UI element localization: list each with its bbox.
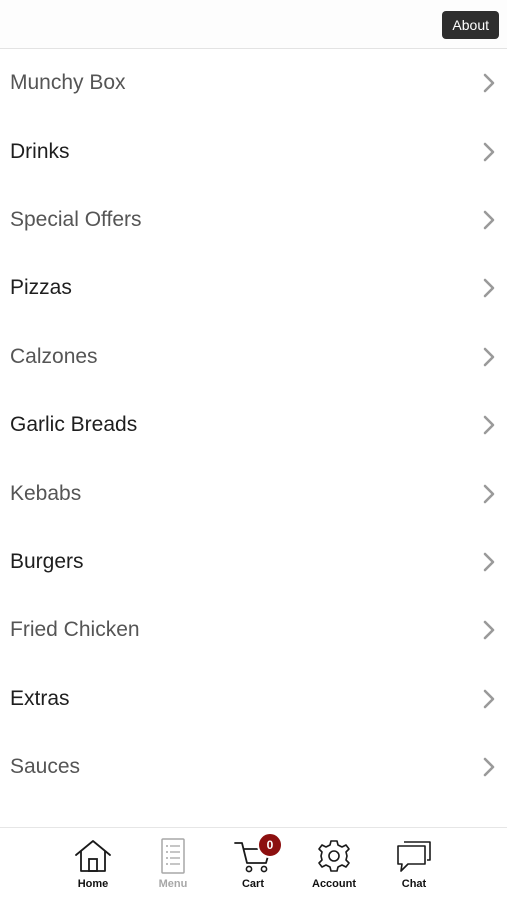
menu-item-sauces[interactable]: Sauces bbox=[0, 733, 507, 801]
menu-item-label: Munchy Box bbox=[10, 71, 126, 95]
menu-item-pizzas[interactable]: Pizzas bbox=[0, 254, 507, 322]
chevron-right-icon bbox=[483, 415, 495, 435]
menu-item-label: Garlic Breads bbox=[10, 413, 138, 437]
chevron-right-icon bbox=[483, 347, 495, 367]
menu-item-label: Pizzas bbox=[10, 276, 72, 300]
menu-item-special-offers[interactable]: Special Offers bbox=[0, 186, 507, 254]
nav-account-label: Account bbox=[312, 878, 356, 890]
menu-category-list: Munchy Box Drinks Special Offers Pizzas … bbox=[0, 49, 507, 801]
nav-chat-label: Chat bbox=[401, 878, 427, 890]
nav-chat[interactable]: Chat bbox=[382, 838, 446, 890]
top-bar: About bbox=[0, 0, 507, 49]
menu-item-label: Extras bbox=[10, 686, 70, 710]
gear-icon bbox=[318, 840, 350, 872]
menu-item-label: Sauces bbox=[10, 755, 81, 779]
menu-item-munchy-box[interactable]: Munchy Box bbox=[0, 49, 507, 117]
chevron-right-icon bbox=[483, 552, 495, 572]
about-button[interactable]: About bbox=[442, 11, 499, 39]
menu-list-icon bbox=[161, 838, 185, 874]
menu-item-label: Kebabs bbox=[10, 481, 82, 505]
menu-item-extras[interactable]: Extras bbox=[0, 665, 507, 733]
menu-item-label: Fried Chicken bbox=[10, 618, 140, 642]
chevron-right-icon bbox=[483, 621, 495, 640]
menu-item-burgers[interactable]: Burgers bbox=[0, 528, 507, 596]
menu-item-label: Drinks bbox=[10, 139, 70, 163]
chevron-right-icon bbox=[483, 757, 495, 777]
nav-cart-label: Cart bbox=[241, 878, 264, 890]
nav-home[interactable]: Home bbox=[61, 838, 125, 890]
cart-count-badge: 0 bbox=[257, 832, 283, 858]
nav-home-label: Home bbox=[77, 878, 109, 890]
menu-item-calzones[interactable]: Calzones bbox=[0, 323, 507, 391]
nav-menu-label: Menu bbox=[158, 878, 188, 890]
chevron-right-icon bbox=[483, 279, 495, 298]
nav-cart[interactable]: 0 Cart bbox=[221, 832, 285, 890]
nav-account[interactable]: Account bbox=[302, 838, 366, 890]
app-screen: About Munchy Box Drinks Special Offers P… bbox=[0, 0, 507, 900]
nav-menu[interactable]: Menu bbox=[141, 838, 205, 890]
chevron-right-icon bbox=[483, 142, 495, 161]
chevron-right-icon bbox=[483, 210, 495, 230]
chevron-right-icon bbox=[483, 73, 495, 93]
chevron-right-icon bbox=[483, 484, 495, 503]
menu-item-kebabs[interactable]: Kebabs bbox=[0, 459, 507, 527]
menu-item-label: Burgers bbox=[10, 549, 84, 573]
menu-item-label: Calzones bbox=[10, 344, 98, 368]
menu-item-fried-chicken[interactable]: Fried Chicken bbox=[0, 596, 507, 664]
bottom-navigation: Home Menu 0 Cart Account Chat bbox=[0, 827, 507, 900]
chat-icon bbox=[397, 841, 431, 872]
menu-item-label: Special Offers bbox=[10, 207, 142, 231]
menu-item-garlic-breads[interactable]: Garlic Breads bbox=[0, 391, 507, 459]
menu-item-drinks[interactable]: Drinks bbox=[0, 117, 507, 185]
home-icon bbox=[75, 840, 111, 872]
chevron-right-icon bbox=[483, 689, 495, 709]
